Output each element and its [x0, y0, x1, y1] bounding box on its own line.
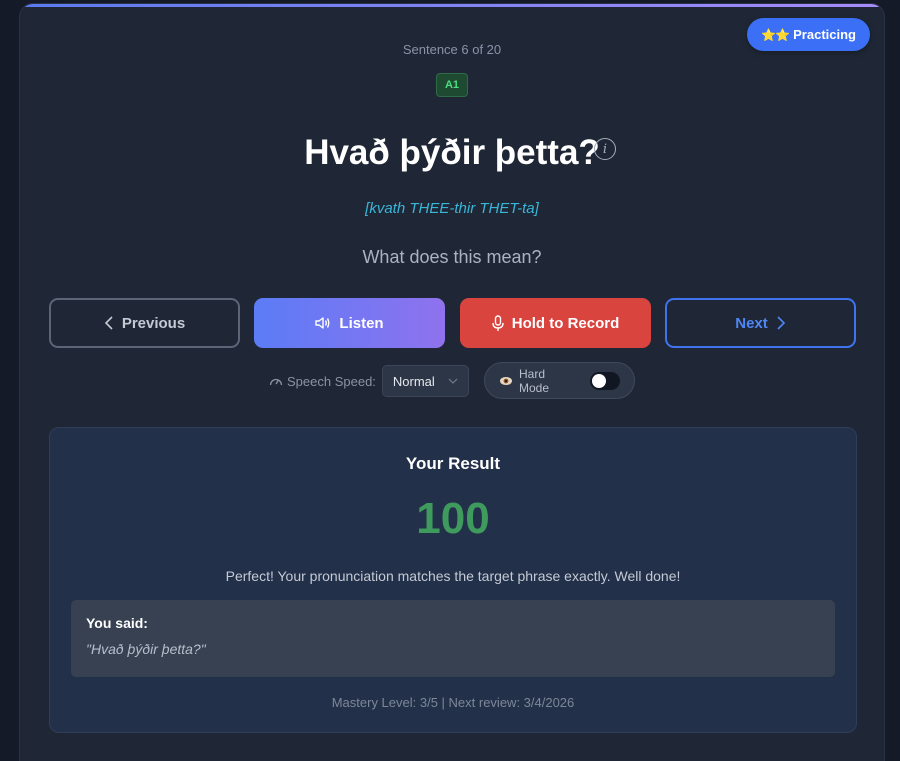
app-background: ⭐⭐ Practicing Sentence 6 of 20 A1 Hvað þ…: [0, 0, 900, 761]
level-badge: A1: [436, 73, 468, 97]
hard-mode-control[interactable]: Hard Mode: [484, 362, 635, 399]
phrase-row: Hvað þýðir þetta?: [20, 128, 884, 178]
hard-mode-label: Hard Mode: [519, 366, 550, 395]
info-icon[interactable]: i: [594, 138, 616, 160]
question-prompt: What does this mean?: [362, 247, 542, 267]
next-label: Next: [735, 314, 768, 332]
result-panel: Your Result 100 Perfect! Your pronunciat…: [49, 427, 857, 733]
listen-button[interactable]: Listen: [254, 298, 445, 348]
chevron-right-icon: [776, 316, 786, 330]
practice-card: ⭐⭐ Practicing Sentence 6 of 20 A1 Hvað þ…: [19, 3, 885, 761]
eye-icon: [499, 375, 513, 387]
chevron-left-icon: [104, 316, 114, 330]
practicing-label: Practicing: [793, 27, 856, 42]
speech-speed-label-group: Speech Speed:: [269, 374, 376, 389]
target-phrase: Hvað þýðir þetta?: [304, 133, 600, 172]
record-label: Hold to Record: [511, 314, 620, 332]
previous-label: Previous: [121, 314, 186, 332]
previous-button[interactable]: Previous: [49, 298, 240, 348]
speech-speed-value: Normal: [392, 373, 435, 389]
microphone-icon: [492, 314, 504, 332]
mastery-info: Mastery Level: 3/5 | Next review: 3/4/20…: [331, 695, 575, 710]
result-title: Your Result: [405, 454, 501, 473]
you-said-label: You said:: [86, 615, 148, 631]
pronunciation-guide: [kvath THEE-thir THET-ta]: [365, 200, 539, 217]
speedometer-icon: [269, 375, 283, 387]
sentence-counter: Sentence 6 of 20: [402, 42, 502, 57]
stars-icon: ⭐⭐: [761, 27, 790, 42]
you-said-text: "Hvað þýðir þetta?": [86, 641, 206, 657]
transcription-box: You said: "Hvað þýðir þetta?": [71, 600, 835, 677]
speech-speed-select[interactable]: Normal: [381, 365, 469, 397]
score-value: 100: [416, 494, 490, 543]
listen-label: Listen: [339, 314, 384, 332]
next-button[interactable]: Next: [665, 298, 856, 348]
chevron-down-icon: [448, 378, 458, 384]
speaker-icon: [315, 316, 331, 330]
speech-speed-label: Speech Speed:: [287, 373, 376, 389]
hard-mode-toggle[interactable]: [589, 371, 620, 390]
progress-accent-bar: [20, 4, 884, 7]
speech-speed-control: Speech Speed: Normal: [269, 365, 469, 397]
hold-to-record-button[interactable]: Hold to Record: [460, 298, 651, 348]
feedback-text: Perfect! Your pronunciation matches the …: [225, 568, 681, 584]
